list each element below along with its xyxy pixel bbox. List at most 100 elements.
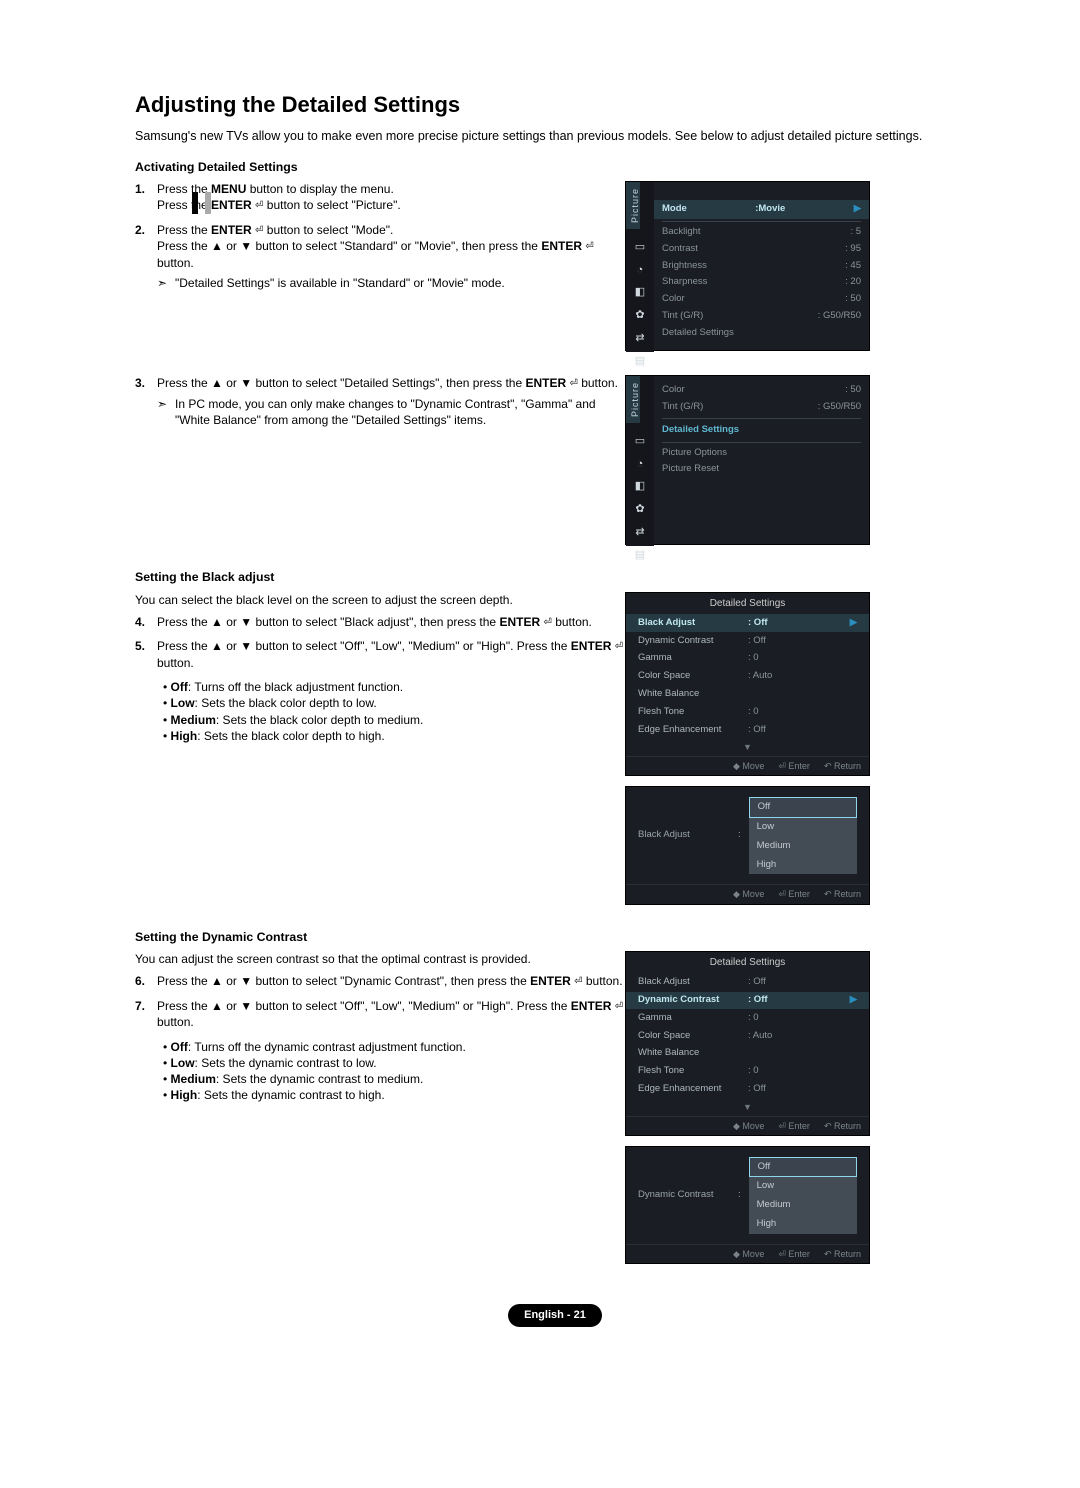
speaker-icon: ◧ [633, 479, 647, 494]
step-list-2: 4.Press the ▲ or ▼ button to select "Bla… [135, 614, 625, 671]
osd-row: Black Adjust: Off▶ [626, 614, 869, 632]
step-number: 5. [135, 638, 157, 671]
apps-icon: ▤ [633, 354, 647, 369]
osd-row-label: Detailed Settings [662, 424, 739, 437]
arrow-right-icon: ▶ [854, 203, 861, 216]
osd-row-label: White Balance [638, 1047, 748, 1060]
osd-row: Mode:Movie▶ [654, 200, 869, 219]
osd-row: Black Adjust: Off [626, 974, 869, 992]
bullet-item: Medium: Sets the dynamic contrast to med… [163, 1071, 625, 1087]
osd-row: Color: 50 [654, 291, 869, 308]
osd-row: Detailed Settings [654, 421, 869, 440]
arrow-right-icon: ▶ [850, 617, 857, 630]
subheading-dynamic-contrast: Setting the Dynamic Contrast [135, 929, 1010, 946]
input-icon: ⇄ [633, 331, 647, 346]
osd-row: Picture Options [654, 445, 869, 462]
osd-row-label: Tint (G/R) [662, 401, 703, 414]
osd-row: Flesh Tone: 0 [626, 1063, 869, 1081]
tv-icon: ▭ [633, 434, 647, 449]
osd-row-value: : Auto [748, 670, 772, 683]
osd-row-label: Edge Enhancement [638, 724, 748, 737]
note-text: In PC mode, you can only make changes to… [175, 396, 625, 428]
step-list-1b: 3.Press the ▲ or ▼ button to select "Det… [135, 375, 625, 432]
osd-row-value: : Auto [748, 1030, 772, 1043]
popup-options: OffLowMediumHigh [749, 797, 857, 874]
bullets-black-adjust: Off: Turns off the black adjustment func… [157, 679, 625, 744]
osd-row-label: Color [662, 384, 685, 397]
step-text: Press the ▲ or ▼ button to select "Black… [157, 614, 625, 631]
osd-row-value: : Off [748, 635, 766, 648]
osd-row-value: :Movie [755, 203, 785, 216]
osd-row: Backlight: 5 [654, 224, 869, 241]
osd-tab-picture: Picture [626, 182, 640, 229]
osd-row: Dynamic Contrast: Off▶ [626, 992, 869, 1010]
osd-row-value: : 0 [748, 1065, 759, 1078]
popup-options-2: OffLowMediumHigh [749, 1157, 857, 1234]
gear-icon: ✿ [633, 502, 647, 517]
osd-row: Detailed Settings [654, 325, 869, 342]
speaker-icon: ◧ [633, 285, 647, 300]
popup-option: Medium [749, 1196, 857, 1215]
osd-row-value: : G50/R50 [818, 401, 861, 414]
osd-row-label: Color Space [638, 670, 748, 683]
step-number: 6. [135, 973, 157, 990]
intro-text: Samsung's new TVs allow you to make even… [135, 128, 1010, 145]
osd-row-value: : Off [748, 1083, 766, 1096]
osd-row-label: Dynamic Contrast [638, 994, 748, 1007]
osd-row-label: Flesh Tone [638, 706, 748, 719]
osd-panel-detailed-highlight: Picture ▭ ◔ ◧ ✿ ⇄ ▤ Color: 50Tint (G/R):… [625, 375, 870, 545]
osd-row-value: : 95 [845, 243, 861, 256]
note-arrow-icon: ➣ [157, 275, 175, 291]
osd-row-label: Detailed Settings [662, 327, 734, 340]
step-text: Press the ▲ or ▼ button to select "Detai… [157, 375, 625, 392]
osd-row-label: Dynamic Contrast [638, 635, 748, 648]
osd-row-value: : Off [748, 724, 766, 737]
move-hint: ◆ Move [733, 1120, 764, 1132]
osd-footer-hints: ◆ Move ⏎ Enter ↶ Return [626, 756, 869, 775]
circle-icon: ◔ [633, 457, 647, 472]
osd-row: Brightness: 45 [654, 258, 869, 275]
osd-row-label: Black Adjust [638, 617, 748, 630]
osd-row: Picture Reset [654, 461, 869, 478]
osd-row-value: : 0 [748, 652, 759, 665]
osd-row: Gamma: 0 [626, 650, 869, 668]
osd-panel-picture: Picture ▭ ◔ ◧ ✿ ⇄ ▤ Mode:Movie▶Backlight… [625, 181, 870, 351]
osd-row-label: Gamma [638, 1012, 748, 1025]
osd-row: Color Space: Auto [626, 1027, 869, 1045]
osd-footer-hints-2: ◆ Move ⏎ Enter ↶ Return [626, 884, 869, 903]
bullet-item: High: Sets the dynamic contrast to high. [163, 1087, 625, 1103]
osd-row-label: Backlight [662, 226, 701, 239]
osd-row-label: Gamma [638, 652, 748, 665]
move-hint: ◆ Move [733, 888, 764, 900]
bullet-item: Off: Turns off the black adjustment func… [163, 679, 625, 695]
osd-footer-hints-3: ◆ Move ⏎ Enter ↶ Return [626, 1116, 869, 1135]
step-text: Press the ▲ or ▼ button to select "Off",… [157, 638, 625, 671]
scroll-down-icon: ▼ [638, 1101, 857, 1113]
bullet-item: Medium: Sets the black color depth to me… [163, 712, 625, 728]
osd-row: Dynamic Contrast: Off [626, 632, 869, 650]
step-number: 7. [135, 998, 157, 1031]
bullet-item: Low: Sets the black color depth to low. [163, 695, 625, 711]
desc-black-adjust: You can select the black level on the sc… [135, 592, 625, 608]
step-number: 4. [135, 614, 157, 631]
popup-option: Low [749, 818, 857, 837]
osd-footer-hints-4: ◆ Move ⏎ Enter ↶ Return [626, 1244, 869, 1263]
return-hint: ↶ Return [824, 888, 861, 900]
osd-row-label: Black Adjust [638, 976, 748, 989]
osd-row-value: : 50 [845, 384, 861, 397]
popup-option: High [749, 856, 857, 875]
enter-hint: ⏎ Enter [778, 760, 810, 772]
osd-row: Tint (G/R) : G50/R50 [654, 399, 869, 416]
enter-hint: ⏎ Enter [778, 1120, 810, 1132]
input-icon: ⇄ [633, 525, 647, 540]
osd-row-label: Color Space [638, 1030, 748, 1043]
osd-row-label: Picture Reset [662, 463, 719, 476]
osd-row-value: : Off [748, 976, 766, 989]
gear-icon: ✿ [633, 308, 647, 323]
popup-black-adjust: Black Adjust : OffLowMediumHigh ◆ Move ⏎… [625, 786, 870, 904]
step-number: 3. [135, 375, 157, 432]
osd-row-value: : 0 [748, 706, 759, 719]
osd-row: Flesh Tone: 0 [626, 703, 869, 721]
move-hint: ◆ Move [733, 760, 764, 772]
osd-row-label: Sharpness [662, 276, 707, 289]
